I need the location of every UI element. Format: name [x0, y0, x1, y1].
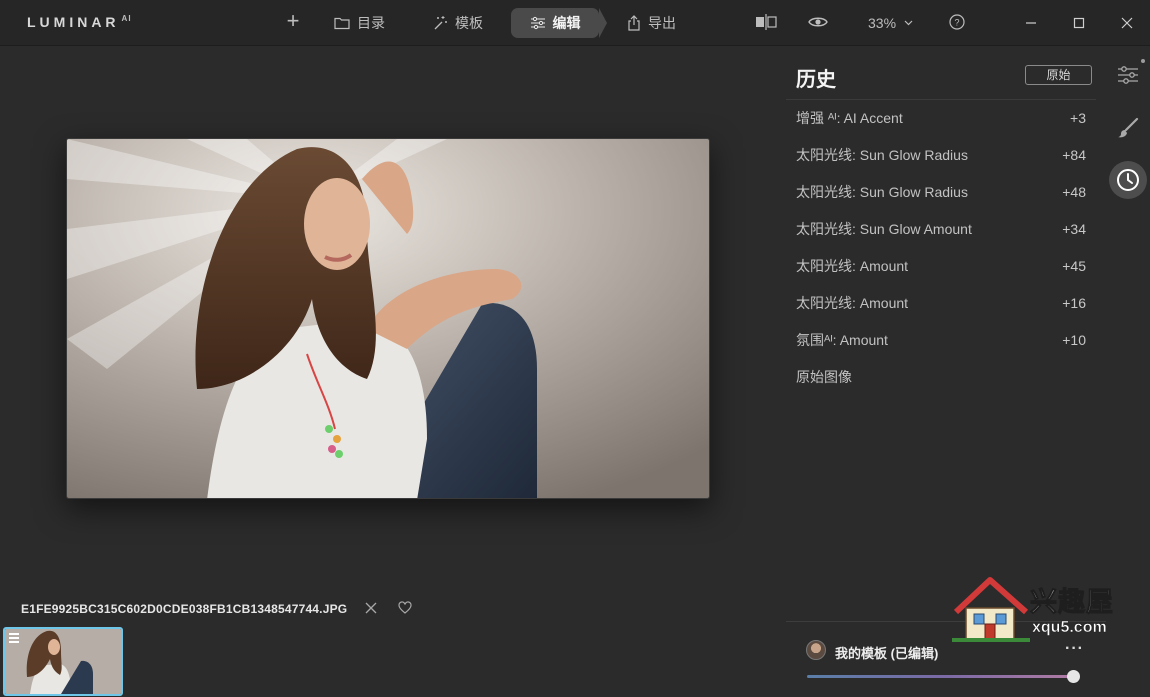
- close-icon[interactable]: [364, 601, 378, 615]
- history-item-value: +10: [1062, 331, 1086, 348]
- history-item[interactable]: 太阳光线: Sun Glow Amount +34: [786, 210, 1096, 247]
- thumbnail-image: [5, 629, 121, 694]
- watermark-site: xqu5.com: [1032, 619, 1107, 637]
- sliders-icon: [1118, 66, 1138, 84]
- maximize-icon[interactable]: [1068, 12, 1090, 34]
- rail-adjust-button[interactable]: [1109, 56, 1147, 94]
- notification-dot: [1141, 59, 1145, 63]
- history-item-value: +45: [1062, 257, 1086, 274]
- tab-templates[interactable]: 模板: [432, 8, 483, 38]
- folder-icon: [334, 17, 350, 30]
- add-image-button[interactable]: +: [282, 10, 304, 33]
- app-logo: LUMINAR AI: [27, 14, 132, 30]
- slider-handle[interactable]: [1067, 670, 1080, 683]
- template-name: 我的模板 (已编辑): [835, 646, 939, 661]
- history-item-label: 氛围ᴬᴵ: Amount: [796, 331, 888, 348]
- history-item-value: +84: [1062, 146, 1086, 163]
- minimize-icon[interactable]: [1020, 12, 1042, 34]
- svg-text:?: ?: [954, 18, 959, 28]
- history-item[interactable]: 太阳光线: Sun Glow Radius +84: [786, 136, 1096, 173]
- close-icon[interactable]: [1116, 12, 1138, 34]
- history-item[interactable]: 太阳光线: Amount +45: [786, 247, 1096, 284]
- history-item[interactable]: 太阳光线: Amount +16: [786, 284, 1096, 321]
- history-item[interactable]: 增强 ᴬᴵ: AI Accent +3: [786, 99, 1096, 136]
- zoom-select[interactable]: 33%: [868, 15, 913, 31]
- panel-title: 历史: [796, 69, 836, 91]
- original-button[interactable]: 原始: [1025, 65, 1092, 85]
- tab-edit[interactable]: 编辑: [511, 8, 607, 38]
- history-item-label: 太阳光线: Sun Glow Radius: [796, 146, 968, 163]
- magic-wand-icon: [434, 16, 447, 30]
- photo-illustration: [67, 139, 709, 498]
- tab-export[interactable]: 导出: [627, 8, 676, 38]
- tab-catalog-label: 目录: [357, 15, 385, 31]
- tab-templates-label: 模板: [455, 15, 483, 31]
- clock-icon: [1117, 169, 1139, 191]
- share-icon: [628, 15, 640, 31]
- history-list: 增强 ᴬᴵ: AI Accent +3 太阳光线: Sun Glow Radius…: [786, 99, 1106, 395]
- house-logo-icon: [952, 577, 1030, 642]
- history-item-value: +3: [1070, 109, 1086, 126]
- help-icon[interactable]: ?: [948, 13, 966, 31]
- history-item[interactable]: 太阳光线: Sun Glow Radius +48: [786, 173, 1096, 210]
- tab-edit-label: 编辑: [552, 15, 581, 31]
- image-canvas: E1FE9925BC315C602D0CDE038FB1CB1348547744…: [0, 47, 786, 697]
- history-item-original[interactable]: 原始图像: [786, 358, 1096, 395]
- history-item-label: 增强 ᴬᴵ: AI Accent: [796, 109, 903, 126]
- watermark: 兴趣屋 xqu5.com: [952, 574, 1122, 646]
- top-bar: LUMINAR AI + 目录 模板 编辑 导出 33% ?: [0, 0, 1150, 46]
- history-item-label: 太阳光线: Amount: [796, 294, 909, 311]
- watermark-brand: 兴趣屋: [1030, 587, 1114, 618]
- brush-icon: [1118, 117, 1139, 138]
- avatar: [806, 640, 826, 660]
- sliders-icon: [530, 16, 545, 30]
- eye-icon[interactable]: [808, 14, 828, 30]
- tab-catalog[interactable]: 目录: [334, 8, 385, 38]
- template-strength-slider[interactable]: [807, 675, 1075, 678]
- history-item-value: +34: [1062, 220, 1086, 237]
- tab-export-label: 导出: [648, 15, 676, 31]
- history-item-value: +48: [1062, 183, 1086, 200]
- rail-brush-button[interactable]: [1109, 109, 1147, 147]
- history-item-label: 原始图像: [796, 368, 852, 385]
- heart-icon[interactable]: [398, 601, 412, 615]
- history-item-label: 太阳光线: Sun Glow Radius: [796, 183, 968, 200]
- edited-photo[interactable]: [66, 138, 710, 499]
- history-item-value: +16: [1062, 294, 1086, 311]
- history-item-label: 太阳光线: Amount: [796, 257, 909, 274]
- file-name: E1FE9925BC315C602D0CDE038FB1CB1348547744…: [21, 602, 348, 616]
- zoom-value: 33%: [868, 15, 897, 31]
- history-item-label: 太阳光线: Sun Glow Amount: [796, 220, 972, 237]
- rail-history-button[interactable]: [1109, 161, 1147, 199]
- compare-icon[interactable]: [755, 13, 777, 31]
- chevron-down-icon: [904, 20, 913, 26]
- history-item[interactable]: 氛围ᴬᴵ: Amount +10: [786, 321, 1096, 358]
- filmstrip-thumbnail[interactable]: [3, 627, 123, 696]
